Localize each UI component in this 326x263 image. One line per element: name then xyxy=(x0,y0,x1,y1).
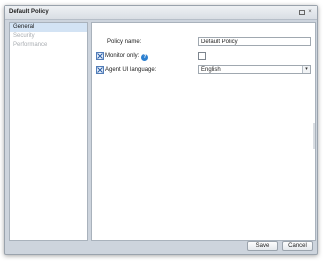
agent-language-label: Agent UI language: xyxy=(105,67,157,73)
dialog-footer: Save Cancel xyxy=(5,240,317,254)
inherit-lock-icon[interactable] xyxy=(96,66,104,74)
title-bar[interactable]: Default Policy × xyxy=(5,6,317,20)
help-icon[interactable]: ? xyxy=(141,54,149,61)
policy-name-label: Policy name: xyxy=(107,39,142,45)
monitor-only-label: Monitor only: xyxy=(105,53,140,59)
agent-language-select[interactable]: English ▾ xyxy=(198,65,311,74)
sidebar-nav: General Security Performance xyxy=(9,22,88,241)
monitor-only-checkbox[interactable] xyxy=(198,52,206,60)
policy-dialog: Default Policy × General Security Perfor… xyxy=(4,5,318,255)
policy-name-row: Policy name: xyxy=(92,37,315,48)
monitor-only-row: Monitor only:? xyxy=(92,51,315,62)
sidebar-item-performance[interactable]: Performance xyxy=(10,41,87,50)
chevron-down-icon[interactable]: ▾ xyxy=(302,66,310,73)
save-button[interactable]: Save xyxy=(247,241,278,251)
sidebar-item-general[interactable]: General xyxy=(10,23,87,32)
scrollbar[interactable] xyxy=(313,123,315,149)
agent-language-value: English xyxy=(201,67,221,73)
monitor-only-label-wrap: Monitor only:? xyxy=(105,53,149,61)
agent-language-row: Agent UI language: English ▾ xyxy=(92,65,315,76)
restore-icon[interactable] xyxy=(299,10,305,15)
policy-name-input[interactable] xyxy=(198,37,311,46)
settings-panel: Policy name: Monitor only:? Agent UI lan… xyxy=(91,22,316,241)
dialog-title: Default Policy xyxy=(9,9,49,15)
cancel-button[interactable]: Cancel xyxy=(282,241,313,251)
inherit-lock-icon[interactable] xyxy=(96,52,104,60)
sidebar-item-security[interactable]: Security xyxy=(10,32,87,41)
close-icon[interactable]: × xyxy=(307,9,313,15)
